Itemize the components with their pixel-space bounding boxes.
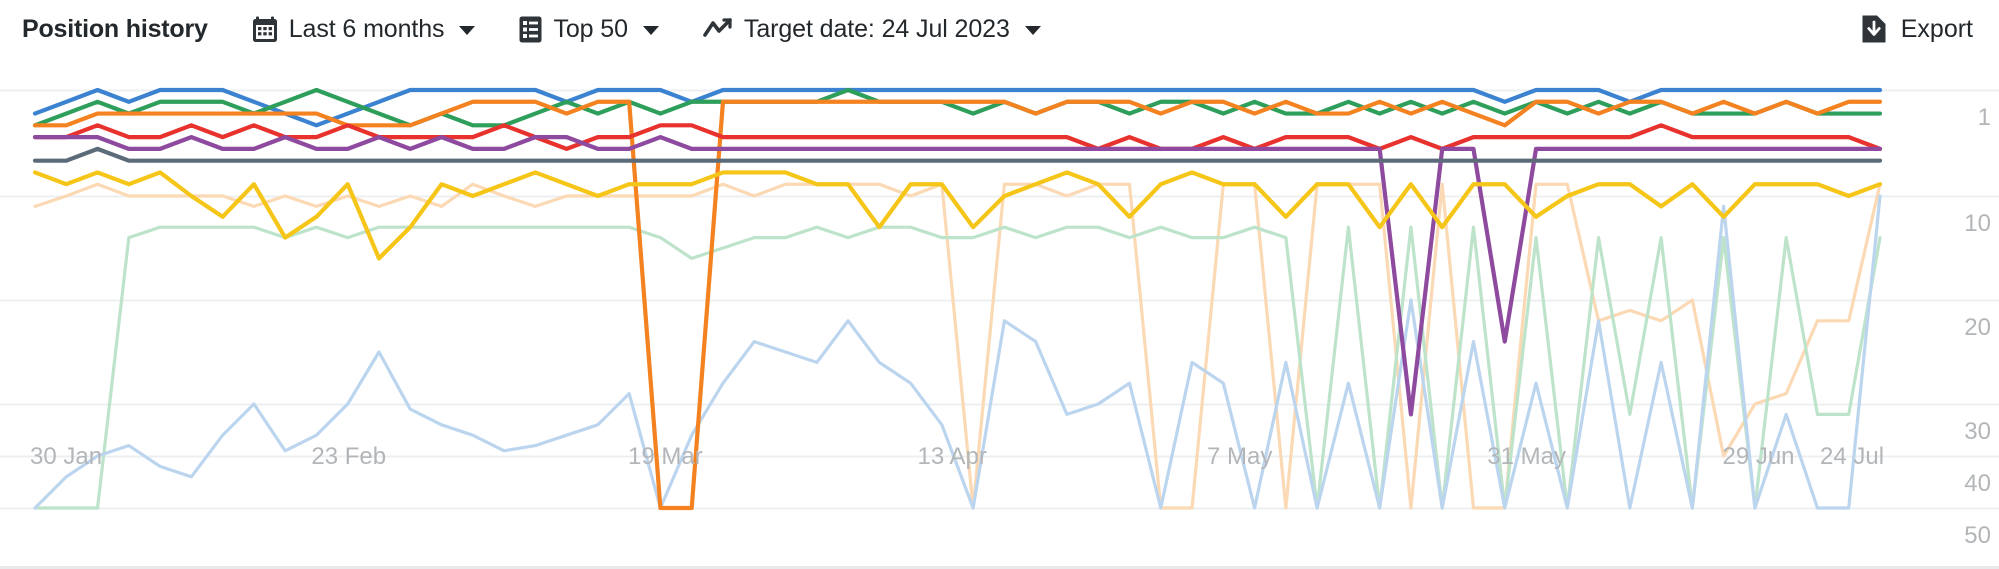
x-axis-tick: 13 Apr bbox=[917, 443, 987, 470]
target-date-label: Target date: 24 Jul 2023 bbox=[743, 14, 1010, 43]
x-axis-tick: 31 May bbox=[1487, 443, 1566, 470]
calendar-icon bbox=[252, 16, 278, 43]
position-history-widget: Position history Last 6 months Top 50 Ta… bbox=[0, 0, 1999, 569]
chevron-down-icon bbox=[459, 26, 476, 35]
chevron-down-icon bbox=[642, 26, 659, 35]
chart-line-yellow bbox=[32, 170, 1883, 261]
x-axis-tick: 30 Jan bbox=[30, 443, 103, 470]
x-axis-tick: 29 Jun bbox=[1722, 443, 1795, 470]
chart-line-purple bbox=[32, 135, 1883, 417]
chart-plot-svg bbox=[0, 87, 1999, 511]
file-download-icon bbox=[1861, 14, 1887, 44]
toolbar: Position history Last 6 months Top 50 Ta… bbox=[0, 0, 1999, 58]
top-positions-label: Top 50 bbox=[553, 14, 628, 43]
y-axis-tick: 30 bbox=[1964, 418, 1991, 445]
x-axis-tick: 23 Feb bbox=[311, 443, 387, 470]
x-axis-tick: 19 Mar bbox=[628, 443, 703, 470]
chevron-down-icon bbox=[1024, 26, 1041, 35]
top-positions-dropdown[interactable]: Top 50 bbox=[519, 14, 659, 44]
list-icon bbox=[519, 16, 542, 43]
chart-line-green bbox=[32, 87, 1883, 128]
date-range-label: Last 6 months bbox=[288, 14, 445, 43]
y-axis-tick: 10 bbox=[1964, 210, 1991, 237]
export-button[interactable]: Export bbox=[1861, 14, 1973, 44]
page-title: Position history bbox=[22, 14, 208, 43]
export-label: Export bbox=[1900, 14, 1973, 43]
y-axis-tick: 20 bbox=[1964, 314, 1991, 341]
y-axis-tick: 50 bbox=[1964, 522, 1991, 549]
x-axis-tick: 24 Jul bbox=[1820, 443, 1885, 470]
x-axis-tick: 7 May bbox=[1206, 443, 1273, 470]
y-axis-tick: 40 bbox=[1964, 470, 1991, 497]
trend-line-icon bbox=[703, 17, 733, 41]
target-date-dropdown[interactable]: Target date: 24 Jul 2023 bbox=[703, 15, 1041, 44]
date-range-dropdown[interactable]: Last 6 months bbox=[252, 15, 476, 44]
y-axis-tick: 1 bbox=[1977, 104, 1991, 131]
position-history-chart[interactable]: 1 10 20 30 40 50 30 Jan 23 Feb 19 Mar 13 Apr 7 Ma… bbox=[0, 58, 1999, 569]
